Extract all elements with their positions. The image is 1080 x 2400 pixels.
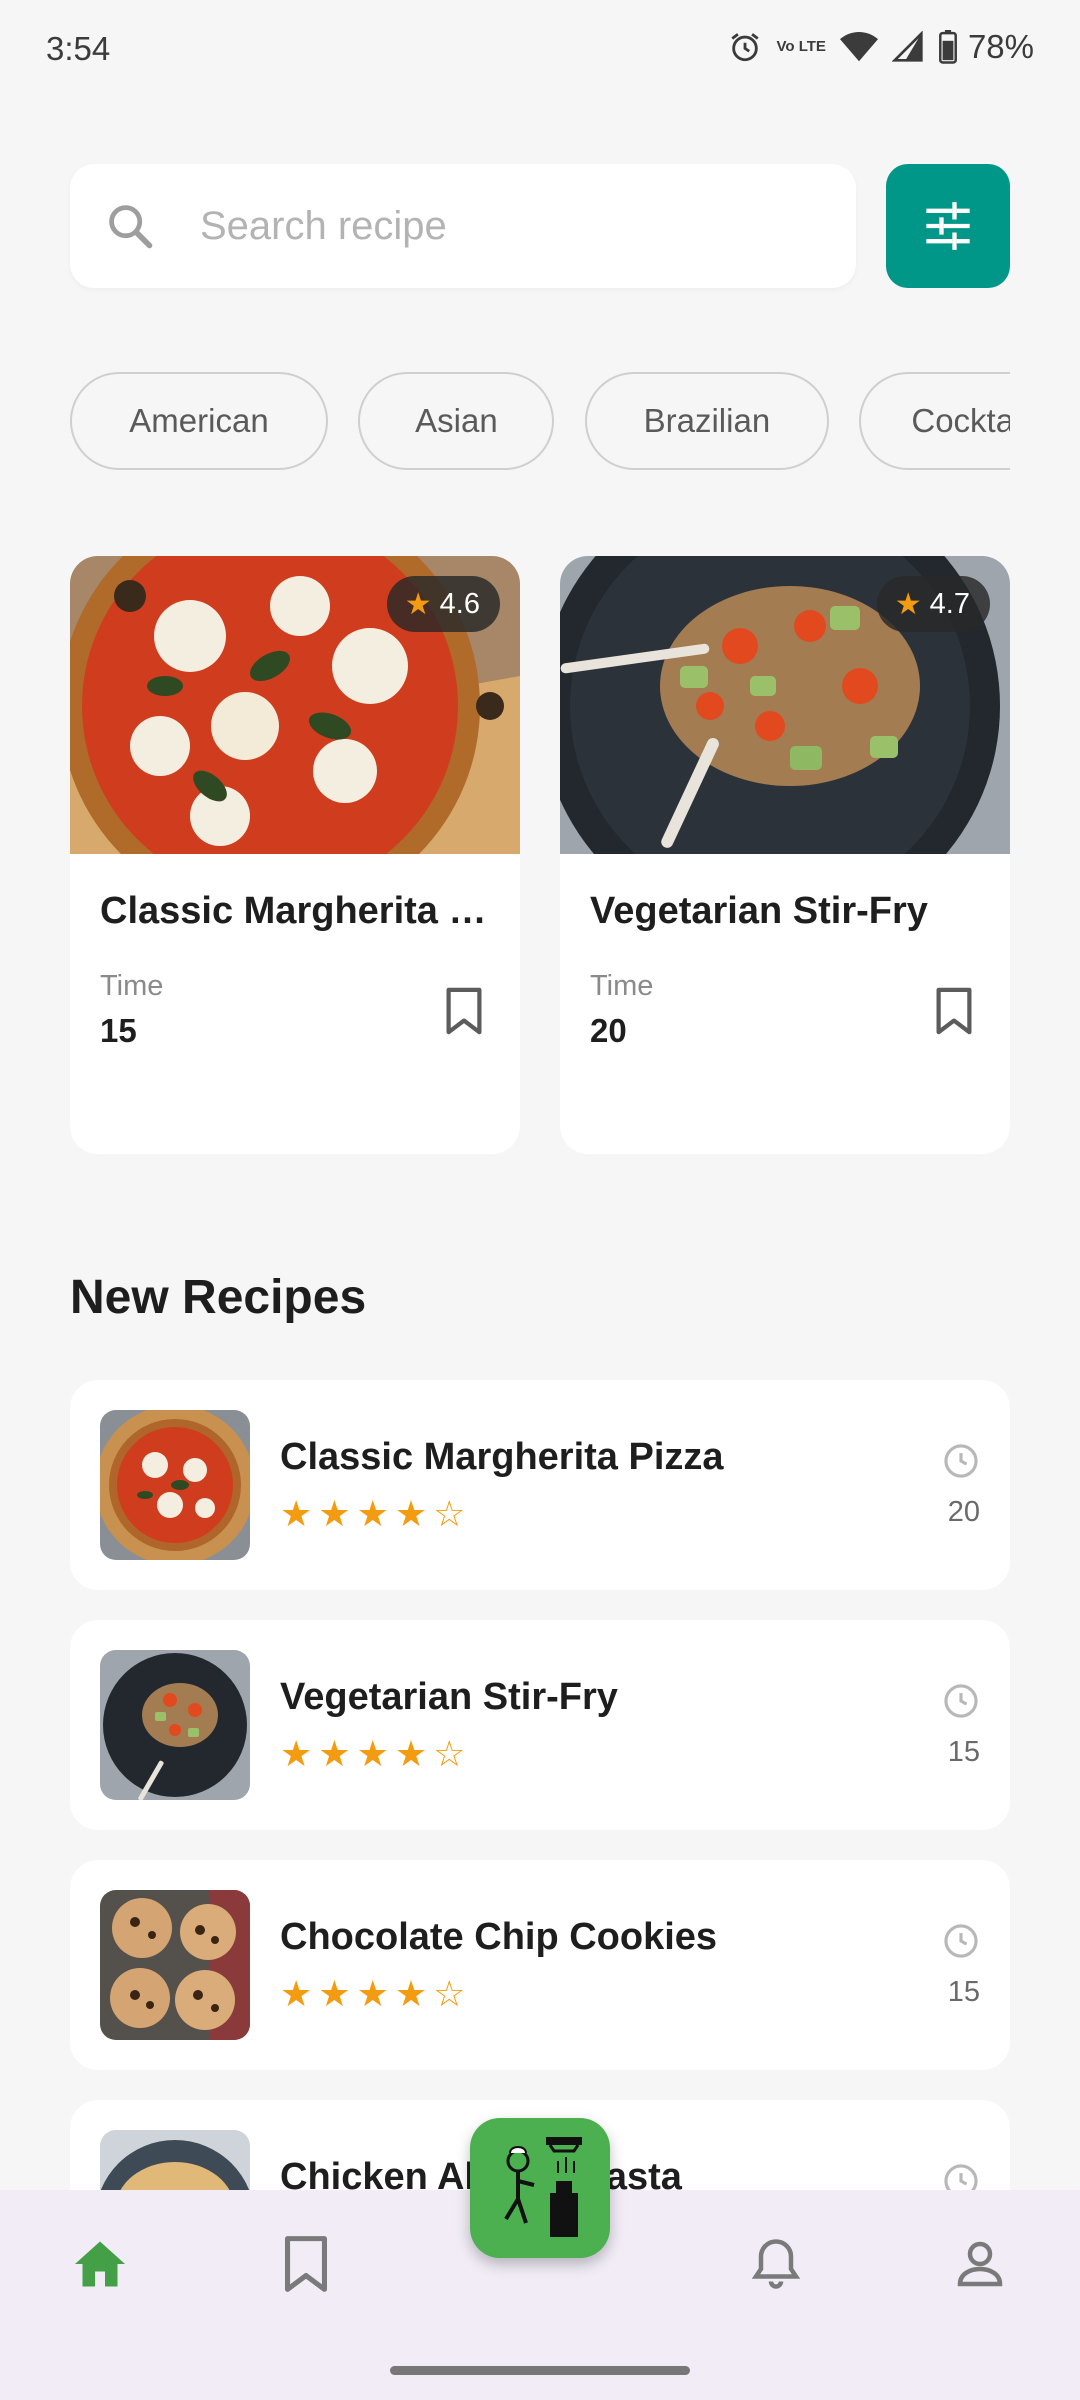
- search-input[interactable]: [200, 196, 800, 256]
- rating-value: 4.6: [439, 587, 480, 620]
- chip-american[interactable]: American: [70, 372, 328, 470]
- chip-cocktails[interactable]: Cocktails: [859, 372, 1010, 470]
- category-chips: American Asian Brazilian Cocktails: [70, 372, 1010, 472]
- home-icon[interactable]: [70, 2234, 130, 2294]
- star-outline-icon: ☆: [433, 1973, 466, 2014]
- time-value: 15: [100, 1012, 137, 1049]
- alarm-icon: [731, 33, 760, 62]
- time-label: Time: [100, 970, 164, 1002]
- star-filled-icon: ★: [280, 1973, 313, 2014]
- status-bar: 3:54 Vo LTE 78%: [0, 0, 1080, 96]
- battery-percent: 78%: [967, 28, 1034, 65]
- section-title: New Recipes: [70, 1271, 367, 1324]
- list-item[interactable]: Classic Margherita Pizza ★ ★ ★ ★ ☆ 20: [70, 1380, 1010, 1590]
- battery-icon: [938, 30, 957, 64]
- chip-brazilian[interactable]: Brazilian: [584, 372, 829, 470]
- bell-icon[interactable]: [746, 2234, 806, 2294]
- clock-icon: [944, 1444, 978, 1478]
- recipe-time: 15: [947, 1976, 980, 2008]
- bookmark-icon[interactable]: [934, 986, 974, 1036]
- star-filled-icon: ★: [394, 1493, 428, 1534]
- clock-icon: [944, 1684, 978, 1718]
- star-rating: ★ ★ ★ ★ ☆: [280, 1736, 465, 1772]
- chef-fab-button[interactable]: [470, 2118, 610, 2258]
- rating-badge: ★ 4.7: [876, 576, 990, 632]
- recipe-title: Classic Margherita Pizza: [280, 1436, 724, 1478]
- signal-icon: [891, 31, 923, 62]
- home-indicator: [390, 2366, 690, 2375]
- star-icon: ★: [894, 587, 922, 621]
- status-icons: Vo LTE 78%: [728, 28, 1034, 66]
- star-filled-icon: ★: [356, 1973, 389, 2014]
- search-icon: [109, 205, 153, 249]
- bookmark-nav-icon[interactable]: [278, 2234, 334, 2294]
- time-value: 20: [590, 1012, 627, 1049]
- recipe-time: 20: [947, 1496, 980, 1528]
- chip-asian[interactable]: Asian: [358, 372, 555, 470]
- stir-fry-thumbnail: [100, 1650, 250, 1800]
- list-item[interactable]: Chocolate Chip Cookies ★ ★ ★ ★ ☆ 15: [70, 1860, 1010, 2070]
- status-time: 3:54: [46, 30, 111, 67]
- star-filled-icon: ★: [280, 1733, 313, 1774]
- star-rating: ★ ★ ★ ★ ☆: [280, 1496, 465, 1532]
- star-filled-icon: ★: [394, 1733, 428, 1774]
- recipe-time: 15: [947, 1736, 980, 1768]
- search-bar[interactable]: [70, 164, 856, 288]
- featured-card[interactable]: ★ 4.6 Classic Margherita Pizza Time 15: [70, 556, 520, 1154]
- star-rating: ★ ★ ★ ★ ☆: [280, 1976, 465, 2012]
- wifi-icon: [839, 31, 878, 62]
- volte-icon: Vo LTE: [776, 38, 826, 55]
- star-filled-icon: ★: [280, 1493, 313, 1534]
- star-filled-icon: ★: [318, 1733, 351, 1774]
- star-filled-icon: ★: [356, 1733, 389, 1774]
- card-title: Vegetarian Stir-Fry: [590, 890, 928, 932]
- time-label: Time: [590, 970, 654, 1002]
- featured-card[interactable]: ★ 4.7 Vegetarian Stir-Fry Time 20: [560, 556, 1010, 1154]
- star-outline-icon: ☆: [433, 1493, 466, 1534]
- list-item[interactable]: Vegetarian Stir-Fry ★ ★ ★ ★ ☆ 15: [70, 1620, 1010, 1830]
- star-outline-icon: ☆: [433, 1733, 466, 1774]
- recipe-title: Vegetarian Stir-Fry: [280, 1676, 618, 1718]
- rating-value: 4.7: [929, 587, 970, 620]
- star-icon: ★: [404, 587, 432, 621]
- pizza-thumbnail: [100, 1410, 250, 1560]
- recipe-title: Chocolate Chip Cookies: [280, 1916, 718, 1958]
- star-filled-icon: ★: [318, 1493, 351, 1534]
- clock-icon: [944, 1924, 978, 1958]
- profile-icon[interactable]: [950, 2234, 1010, 2294]
- rating-badge: ★ 4.6: [386, 576, 500, 632]
- card-title: Classic Margherita Pizza: [100, 890, 496, 932]
- star-filled-icon: ★: [318, 1973, 351, 2014]
- sliders-icon: [926, 202, 970, 250]
- cookies-thumbnail: [100, 1890, 250, 2040]
- star-filled-icon: ★: [356, 1493, 389, 1534]
- chef-cooking-icon: [504, 2137, 582, 2237]
- filter-button[interactable]: [886, 164, 1010, 288]
- star-filled-icon: ★: [394, 1973, 428, 2014]
- bookmark-icon[interactable]: [444, 986, 484, 1036]
